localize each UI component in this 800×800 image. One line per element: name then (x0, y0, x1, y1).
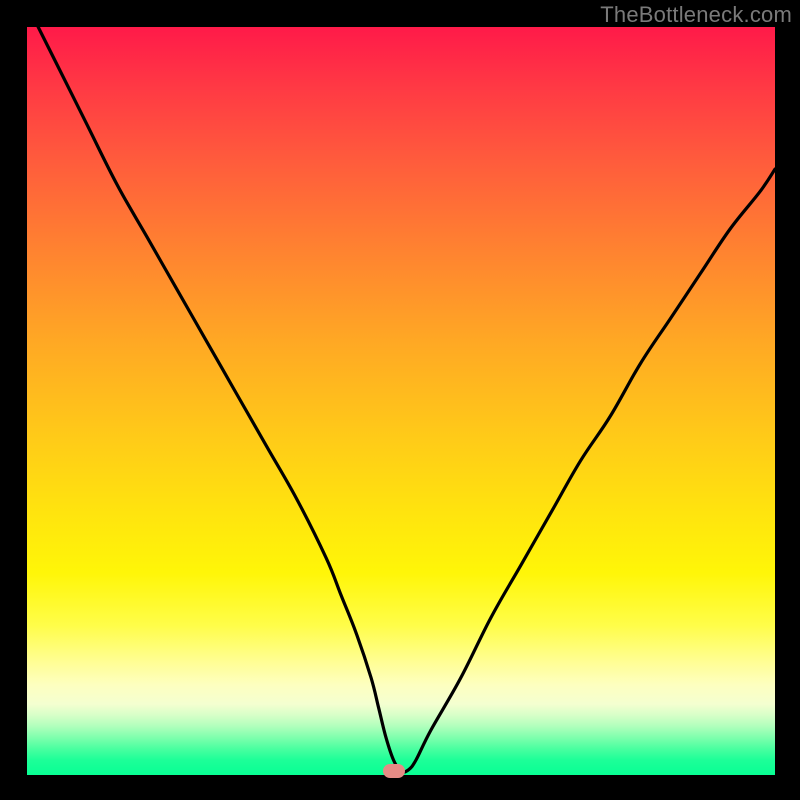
chart-frame: TheBottleneck.com (0, 0, 800, 800)
bottleneck-curve (27, 27, 775, 775)
curve-minimum-marker (383, 764, 405, 778)
plot-area (27, 27, 775, 775)
watermark-text: TheBottleneck.com (600, 2, 792, 28)
